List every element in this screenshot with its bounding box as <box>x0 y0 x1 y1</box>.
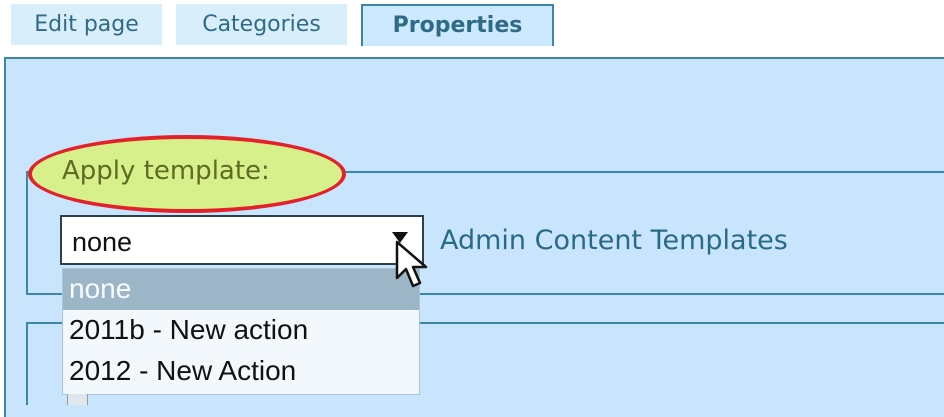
template-dropdown-list[interactable]: none 2011b - New action 2012 - New Actio… <box>62 268 420 395</box>
template-option-2011b[interactable]: 2011b - New action <box>63 310 419 351</box>
partial-control <box>67 394 88 405</box>
second-fieldset-border-left <box>26 322 28 405</box>
fieldset-border-left <box>26 171 28 295</box>
tab-edit-page[interactable]: Edit page <box>11 4 162 45</box>
page-tabs: Edit page Categories Properties <box>0 0 944 58</box>
admin-content-templates-link[interactable]: Admin Content Templates <box>440 223 788 259</box>
template-select-value: none <box>72 227 133 257</box>
template-option-2012[interactable]: 2012 - New Action <box>63 351 419 392</box>
fieldset-border-bottom-right <box>420 293 944 295</box>
mouse-cursor-icon <box>395 240 428 288</box>
tab-properties[interactable]: Properties <box>361 4 554 46</box>
fieldset-border-bottom-left <box>26 293 62 295</box>
template-select[interactable]: none <box>60 215 424 265</box>
template-option-none[interactable]: none <box>63 269 419 310</box>
fieldset-legend: Apply template: <box>62 156 270 186</box>
second-fieldset-border-top-left <box>26 322 62 324</box>
tab-categories[interactable]: Categories <box>176 4 347 45</box>
second-fieldset-border-top-right <box>420 322 944 324</box>
fieldset-border-top-right <box>340 171 944 173</box>
